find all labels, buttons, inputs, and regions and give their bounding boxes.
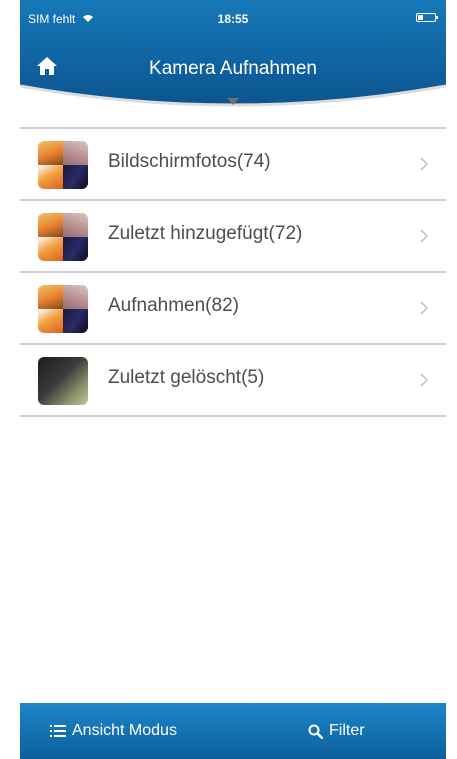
chevron-down-icon[interactable]	[227, 98, 239, 106]
chevron-right-icon	[420, 229, 428, 243]
status-time: 18:55	[217, 12, 249, 26]
album-thumbnail	[38, 285, 88, 333]
album-thumbnail	[38, 357, 88, 405]
chevron-right-icon	[420, 157, 428, 171]
page-title: Kamera Aufnahmen	[149, 58, 317, 79]
view-mode-label: Ansicht Modus	[72, 722, 177, 739]
album-label: Zuletzt hinzugefügt(72)	[108, 223, 303, 244]
app-screen: SIM fehlt 18:55 Kamera Aufnahmen Bildsch…	[20, 0, 446, 759]
album-list: Bildschirmfotos(74) Zuletzt hinzugefügt(…	[20, 127, 446, 417]
battery-icon	[416, 13, 438, 22]
album-thumbnail	[38, 141, 88, 189]
filter-button[interactable]: Filter	[308, 703, 365, 759]
chevron-right-icon	[420, 373, 428, 387]
status-bar: SIM fehlt 18:55	[20, 10, 446, 30]
app-header: SIM fehlt 18:55 Kamera Aufnahmen	[20, 0, 446, 112]
search-icon	[308, 724, 323, 739]
filter-label: Filter	[329, 722, 365, 739]
album-row-zuletzt-hinzugefuegt[interactable]: Zuletzt hinzugefügt(72)	[20, 199, 446, 271]
album-label: Aufnahmen(82)	[108, 295, 239, 316]
chevron-right-icon	[420, 301, 428, 315]
list-icon	[50, 725, 66, 737]
album-row-aufnahmen[interactable]: Aufnahmen(82)	[20, 271, 446, 343]
view-mode-button[interactable]: Ansicht Modus	[50, 703, 177, 759]
album-thumbnail	[38, 213, 88, 261]
bottom-toolbar: Ansicht Modus Filter	[20, 703, 446, 759]
album-label: Bildschirmfotos(74)	[108, 151, 271, 172]
album-row-zuletzt-geloescht[interactable]: Zuletzt gelöscht(5)	[20, 343, 446, 417]
album-label: Zuletzt gelöscht(5)	[108, 367, 265, 388]
album-row-bildschirmfotos[interactable]: Bildschirmfotos(74)	[20, 127, 446, 199]
